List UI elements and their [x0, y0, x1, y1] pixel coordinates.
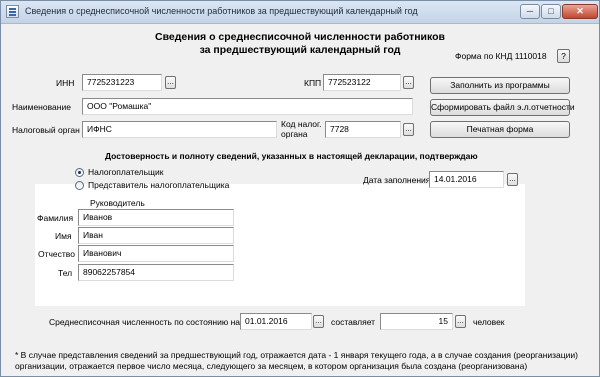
taxpayer-radio[interactable]: [75, 168, 84, 177]
head-section-label: Руководитель: [90, 198, 145, 208]
fill-date-field[interactable]: 14.01.2016: [429, 171, 504, 188]
inn-label: ИНН: [56, 78, 75, 88]
first-name-label: Имя: [55, 231, 72, 241]
kpp-picker-button[interactable]: ...: [403, 76, 414, 89]
phone-field[interactable]: 89062257854: [78, 264, 234, 281]
patronymic-field[interactable]: Иванович: [78, 245, 234, 262]
people-unit-label: человек: [473, 317, 505, 327]
taxpayer-radio-label[interactable]: Налогоплательщик: [88, 167, 163, 177]
org-name-field[interactable]: ООО "Ромашка": [82, 98, 413, 115]
generate-file-button[interactable]: Сформировать файл э.л.отчетности: [430, 99, 575, 116]
fill-date-picker-button[interactable]: ...: [507, 173, 518, 186]
headcount-amount-label: составляет: [331, 317, 376, 327]
representative-radio[interactable]: [75, 181, 84, 190]
minimize-button[interactable]: ─: [520, 4, 540, 19]
fill-from-program-button[interactable]: Заполнить из программы: [430, 77, 570, 94]
headcount-value-picker-button[interactable]: ...: [455, 315, 466, 328]
form-code-label: Форма по КНД 1110018: [455, 51, 547, 61]
phone-label: Тел: [58, 268, 73, 278]
maximize-button[interactable]: □: [541, 4, 561, 19]
tax-code-label: Код налог. органа: [281, 119, 321, 139]
tax-office-label: Налоговый орган: [12, 125, 80, 135]
surname-label: Фамилия: [37, 213, 74, 223]
help-button[interactable]: ?: [557, 49, 570, 63]
headcount-label: Среднесписочная численность по состоянию…: [49, 317, 240, 327]
tax-office-field[interactable]: ИФНС: [82, 121, 277, 138]
app-window: Сведения о среднесписочной численности р…: [0, 0, 600, 377]
surname-field[interactable]: Иванов: [78, 209, 234, 226]
close-button[interactable]: ✕: [562, 4, 598, 19]
headcount-date-picker-button[interactable]: ...: [313, 315, 324, 328]
fill-date-label: Дата заполнения: [363, 175, 431, 185]
tax-code-field[interactable]: 7728: [325, 121, 401, 138]
org-name-label: Наименование: [12, 102, 71, 112]
tax-code-picker-button[interactable]: ...: [403, 123, 414, 136]
kpp-field[interactable]: 772523122: [323, 74, 401, 91]
confirmation-heading: Достоверность и полноту сведений, указан…: [105, 151, 478, 161]
title-bar[interactable]: Сведения о среднесписочной численности р…: [1, 1, 599, 24]
footnote: * В случае представления сведений за пре…: [15, 350, 578, 371]
representative-radio-label[interactable]: Представитель налогоплательщика: [88, 180, 229, 190]
form-icon: [6, 5, 19, 18]
first-name-field[interactable]: Иван: [78, 227, 234, 244]
headcount-value-field[interactable]: 15: [380, 313, 453, 330]
form-body: Сведения о среднесписочной численности р…: [5, 24, 595, 374]
inn-picker-button[interactable]: ...: [165, 76, 176, 89]
kpp-label: КПП: [304, 78, 322, 88]
window-title: Сведения о среднесписочной численности р…: [25, 6, 418, 16]
patronymic-label: Отчество: [38, 249, 75, 259]
print-form-button[interactable]: Печатная форма: [430, 121, 570, 138]
inn-field[interactable]: 7725231223: [82, 74, 162, 91]
form-heading-line1: Сведения о среднесписочной численности р…: [155, 31, 445, 43]
tax-code-label-line1: Код налог.: [281, 119, 322, 129]
form-heading-line2: за предшествующий календарный год: [199, 44, 401, 56]
form-heading: Сведения о среднесписочной численности р…: [135, 31, 465, 57]
headcount-date-field[interactable]: 01.01.2016: [240, 313, 312, 330]
tax-code-label-line2: органа: [281, 129, 308, 139]
